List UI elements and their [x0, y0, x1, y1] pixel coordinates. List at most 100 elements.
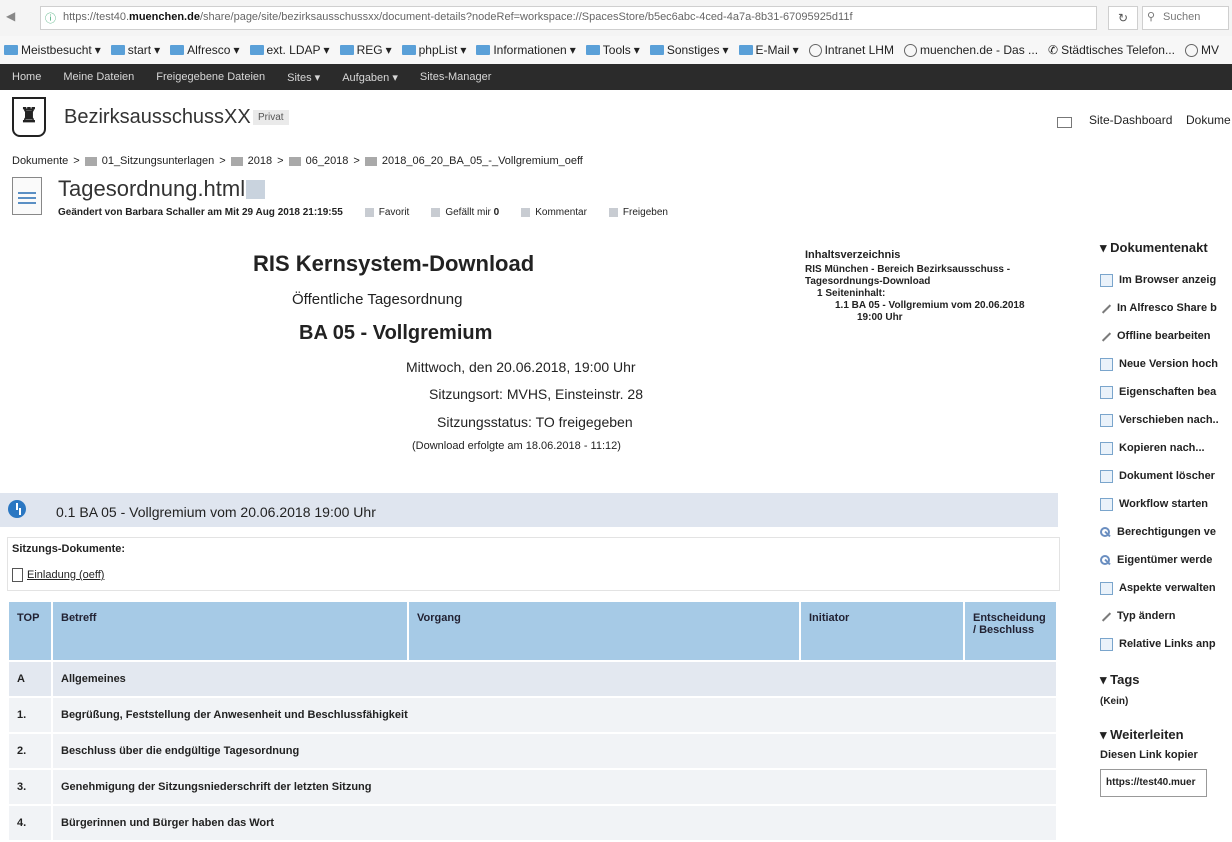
comment-button[interactable]: Kommentar — [521, 207, 587, 218]
content-subtitle: Öffentliche Tagesordnung — [292, 291, 463, 308]
secure-lock-icon: ⓘ — [45, 13, 56, 25]
globe-icon — [808, 43, 822, 57]
breadcrumb-item[interactable]: Dokumente — [12, 155, 68, 167]
cell-top: 4. — [9, 806, 51, 840]
action-relative-links[interactable]: Relative Links anp — [1100, 630, 1232, 658]
action-move[interactable]: Verschieben nach.. — [1100, 406, 1232, 434]
session-documents-box — [7, 537, 1060, 591]
folder-icon — [249, 45, 264, 55]
cell-betreff: Bürgerinnen und Bürger haben das Wort — [53, 806, 1056, 840]
url-field[interactable]: ⓘ https://test40.muenchen.de/share/page/… — [40, 6, 1097, 30]
favorite-button[interactable]: Favorit — [364, 207, 409, 218]
workflow-icon — [1100, 497, 1113, 511]
action-start-workflow[interactable]: Workflow starten — [1100, 490, 1232, 518]
toc-link[interactable]: 1.1 BA 05 - Vollgremium vom 20.06.2018 — [805, 300, 1050, 312]
breadcrumb-item[interactable]: 2018_06_20_BA_05_-_Vollgremium_oeff — [382, 155, 583, 167]
cell-betreff: Beschluss über die endgültige Tagesordnu… — [53, 734, 1056, 768]
copy-icon — [1100, 441, 1113, 455]
pencil-icon — [1100, 611, 1111, 622]
table-row: 1. Begrüßung, Feststellung der Anwesenhe… — [9, 698, 1056, 732]
document-title: Tagesordnung.html — [58, 176, 246, 201]
cell-top: 2. — [9, 734, 51, 768]
folder-icon — [585, 45, 600, 55]
nav-home[interactable]: Home — [12, 71, 41, 83]
bookmark-phplist[interactable]: phpList ▾ — [401, 43, 466, 57]
bookmark-start[interactable]: start ▾ — [110, 43, 160, 57]
folder-icon — [170, 45, 185, 55]
cell-betreff: Allgemeines — [53, 662, 1056, 696]
bookmark-email[interactable]: E-Mail ▾ — [738, 43, 799, 57]
toc-line: RIS München - Bereich Bezirksausschuss - — [805, 264, 1011, 275]
action-take-ownership[interactable]: Eigentümer werde — [1100, 546, 1232, 574]
modified-info: Geändert von Barbara Schaller am Mit 29 … — [58, 207, 343, 218]
nav-tasks[interactable]: Aufgaben ▾ — [342, 71, 398, 84]
folder-icon — [4, 45, 18, 55]
nav-shared-files[interactable]: Freigegebene Dateien — [156, 71, 265, 83]
folder-icon — [401, 45, 416, 55]
download-info: (Download erfolgte am 18.06.2018 - 11:12… — [412, 440, 621, 452]
nav-sites[interactable]: Sites ▾ — [287, 71, 320, 84]
action-edit-offline[interactable]: Offline bearbeiten — [1100, 322, 1232, 350]
breadcrumb: Dokumente > 01_Sitzungsunterlagen > 2018… — [12, 155, 583, 167]
bookmark-tools[interactable]: Tools ▾ — [585, 43, 640, 57]
bookmark-muenchen[interactable]: muenchen.de - Das ... — [903, 43, 1038, 57]
folder-icon — [649, 45, 664, 55]
action-upload-new-version[interactable]: Neue Version hoch — [1100, 350, 1232, 378]
action-permissions[interactable]: Berechtigungen ve — [1100, 518, 1232, 546]
folder-icon — [364, 156, 377, 166]
nav-my-files[interactable]: Meine Dateien — [63, 71, 134, 83]
action-edit-in-share[interactable]: In Alfresco Share b — [1100, 294, 1232, 322]
meeting-location: Sitzungsort: MVHS, Einsteinstr. 28 — [429, 386, 643, 402]
table-row: 3. Genehmigung der Sitzungsniederschrift… — [9, 770, 1056, 804]
reload-button[interactable]: ↻ — [1108, 6, 1138, 30]
like-button[interactable]: Gefällt mir 0 — [431, 207, 499, 218]
breadcrumb-item[interactable]: 2018 — [248, 155, 272, 167]
bookmark-telefon[interactable]: ✆ Städtisches Telefon... — [1048, 43, 1175, 57]
bookmark-sonstiges[interactable]: Sonstiges ▾ — [649, 43, 729, 57]
site-title[interactable]: BezirksausschussXX — [64, 106, 251, 129]
search-icon: ⚲ — [1147, 11, 1156, 23]
folder-icon — [476, 45, 491, 55]
nav-sites-manager[interactable]: Sites-Manager — [420, 71, 492, 83]
bookmark-alfresco[interactable]: Alfresco ▾ — [170, 43, 240, 57]
forward-heading[interactable]: ▾ Weiterleiten — [1100, 727, 1232, 743]
site-dashboard-link[interactable]: Site-Dashboard — [1089, 113, 1172, 127]
folder-icon — [738, 45, 753, 55]
edit-title-icon[interactable] — [246, 180, 265, 199]
bookmark-informationen[interactable]: Informationen ▾ — [476, 43, 576, 57]
breadcrumb-item[interactable]: 01_Sitzungsunterlagen — [102, 155, 215, 167]
breadcrumb-item[interactable]: 06_2018 — [306, 155, 349, 167]
content-title: RIS Kernsystem-Download — [253, 251, 535, 276]
share-button[interactable]: Freigeben — [608, 207, 668, 218]
folder-icon — [288, 156, 301, 166]
key-icon — [1100, 554, 1111, 566]
site-documents-link[interactable]: Dokume — [1186, 113, 1231, 127]
browser-search-input[interactable]: ⚲ Suchen — [1142, 6, 1229, 30]
table-header-row: TOP Betreff Vorgang Initiator Entscheidu… — [9, 602, 1056, 660]
links-icon — [1100, 637, 1113, 651]
folder-icon — [230, 156, 243, 166]
bookmark-reg[interactable]: REG ▾ — [339, 43, 392, 57]
action-view-in-browser[interactable]: Im Browser anzeig — [1100, 266, 1232, 294]
folder-icon — [84, 156, 97, 166]
action-copy[interactable]: Kopieren nach... — [1100, 434, 1232, 462]
session-document-link[interactable]: Einladung (oeff) — [12, 568, 104, 582]
copy-link-input[interactable]: https://test40.muer — [1100, 769, 1207, 797]
document-icon — [12, 568, 23, 582]
bookmark-intranet[interactable]: Intranet LHM — [808, 43, 894, 57]
bookmark-ext-ldap[interactable]: ext. LDAP ▾ — [249, 43, 330, 57]
action-edit-properties[interactable]: Eigenschaften bea — [1100, 378, 1232, 406]
action-delete[interactable]: Dokument löscher — [1100, 462, 1232, 490]
cell-betreff: Genehmigung der Sitzungsniederschrift de… — [53, 770, 1056, 804]
pencil-icon — [1100, 303, 1111, 314]
back-icon[interactable]: ◀ — [6, 9, 15, 23]
session-documents-label: Sitzungs-Dokumente: — [12, 543, 126, 555]
bookmark-mv[interactable]: MV — [1184, 43, 1219, 57]
action-change-type[interactable]: Typ ändern — [1100, 602, 1232, 630]
action-manage-aspects[interactable]: Aspekte verwalten — [1100, 574, 1232, 602]
col-initiator: Initiator — [801, 602, 963, 660]
tags-heading[interactable]: ▾ Tags — [1100, 672, 1232, 688]
table-row: A Allgemeines — [9, 662, 1056, 696]
actions-heading[interactable]: ▾ Dokumentenakt — [1100, 240, 1232, 256]
bookmark-meistbesucht[interactable]: Meistbesucht ▾ — [4, 43, 101, 57]
